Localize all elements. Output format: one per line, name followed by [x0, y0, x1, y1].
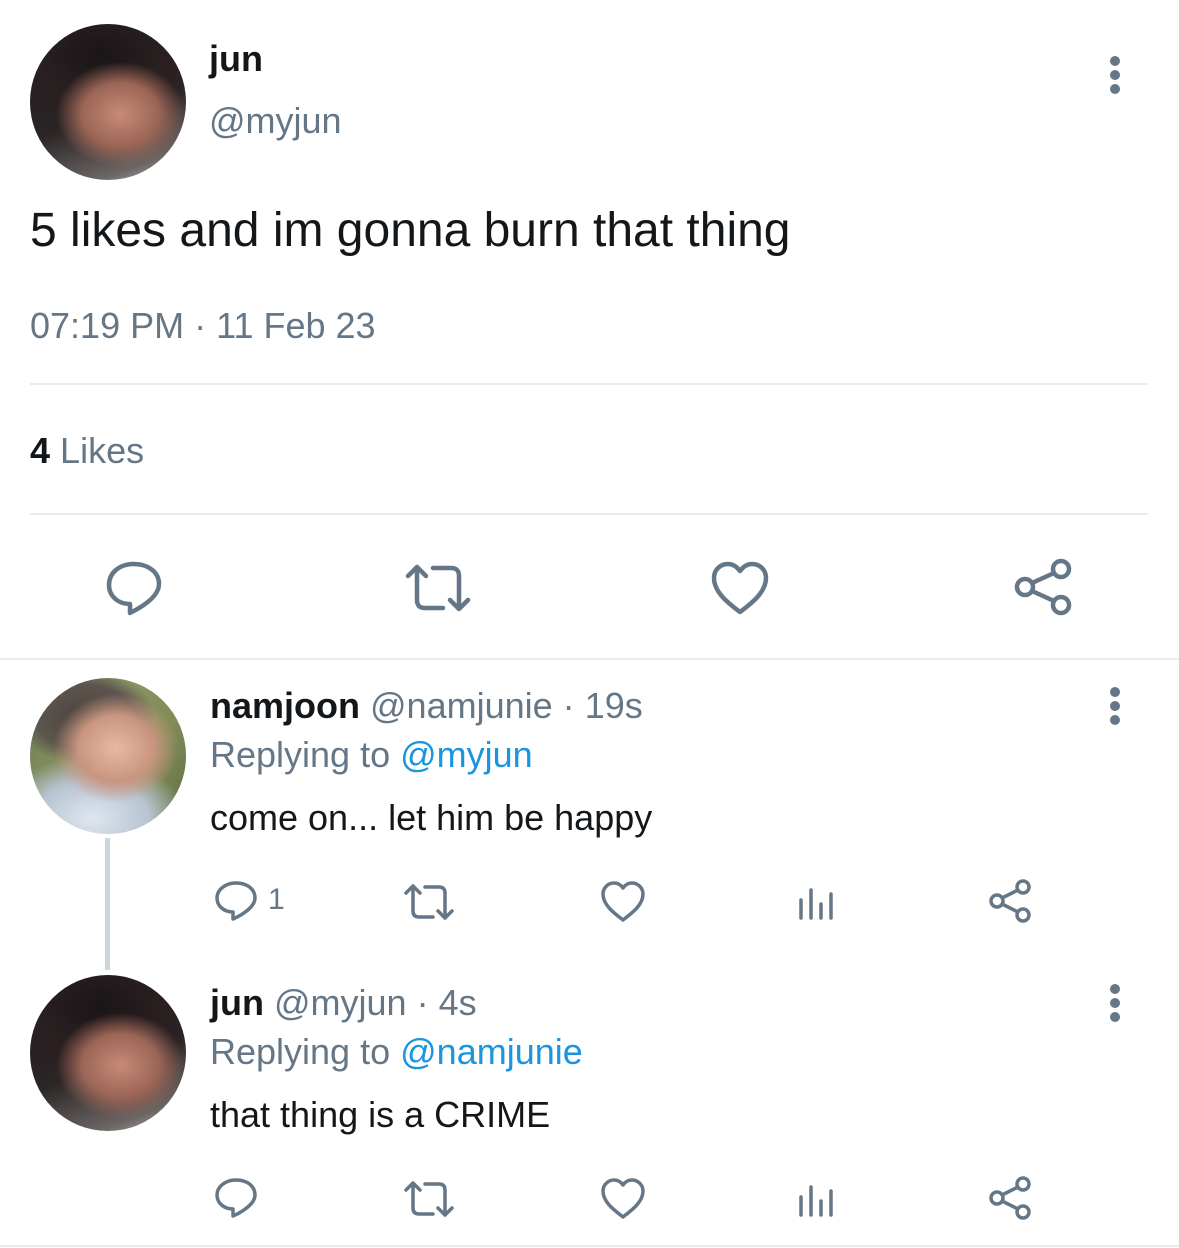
retweet-icon[interactable] [402, 1179, 456, 1219]
reply-text: that thing is a CRIME [210, 1094, 551, 1135]
reply-icon[interactable] [104, 560, 164, 616]
likes-count: 4 [30, 430, 51, 471]
more-options-icon[interactable] [1104, 55, 1126, 95]
reply-separator: · [562, 685, 575, 726]
divider [30, 383, 1148, 385]
section-divider [0, 658, 1179, 660]
reply-age: 19s [584, 685, 643, 726]
more-options-icon[interactable] [1104, 983, 1126, 1023]
reply-handle[interactable]: @myjun [274, 982, 407, 1023]
likes-stat[interactable]: 4 Likes [30, 430, 144, 472]
like-icon[interactable] [710, 560, 770, 616]
tweet-date: 11 Feb 23 [216, 305, 376, 346]
likes-label: Likes [60, 430, 145, 471]
tweet-time: 07:19 PM [30, 305, 185, 346]
retweet-icon[interactable] [403, 562, 473, 614]
reply-display-name[interactable]: namjoon [210, 685, 360, 726]
reply-avatar[interactable] [30, 975, 186, 1131]
retweet-icon[interactable] [402, 882, 456, 922]
replying-to: Replying to @namjunie [210, 1031, 583, 1073]
divider [30, 513, 1148, 515]
more-options-icon[interactable] [1104, 686, 1126, 726]
author-avatar[interactable] [30, 24, 186, 180]
reply-count: 1 [268, 883, 285, 916]
replying-to-label: Replying to [210, 1031, 391, 1072]
reply-text: come on... let him be happy [210, 797, 653, 838]
tweet-timestamp: 07:19 PM · 11 Feb 23 [30, 305, 376, 347]
reply-icon[interactable] [214, 1177, 258, 1219]
share-icon[interactable] [988, 878, 1034, 924]
reply-icon[interactable] [214, 880, 258, 922]
reply-display-name[interactable]: jun [210, 982, 264, 1023]
reply-age: 4s [438, 982, 477, 1023]
like-icon[interactable] [600, 880, 646, 924]
tweet-text: 5 likes and im gonna burn that thing [30, 204, 791, 257]
author-handle[interactable]: @myjun [209, 100, 342, 142]
author-display-name[interactable]: jun [209, 38, 263, 80]
reply-header: namjoon @namjunie · 19s [210, 685, 643, 727]
analytics-icon[interactable] [796, 882, 836, 920]
reply-handle[interactable]: @namjunie [370, 685, 553, 726]
like-icon[interactable] [600, 1177, 646, 1221]
replying-to-handle[interactable]: @myjun [400, 734, 533, 775]
bottom-divider [0, 1245, 1179, 1247]
replying-to-handle[interactable]: @namjunie [400, 1031, 583, 1072]
share-icon[interactable] [1013, 557, 1075, 617]
analytics-icon[interactable] [796, 1179, 836, 1217]
reply-separator: · [416, 982, 429, 1023]
date-separator: · [194, 305, 207, 346]
reply-avatar[interactable] [30, 678, 186, 834]
share-icon[interactable] [988, 1175, 1034, 1221]
thread-line [105, 838, 110, 970]
replying-to: Replying to @myjun [210, 734, 533, 776]
reply-header: jun @myjun · 4s [210, 982, 477, 1024]
replying-to-label: Replying to [210, 734, 391, 775]
